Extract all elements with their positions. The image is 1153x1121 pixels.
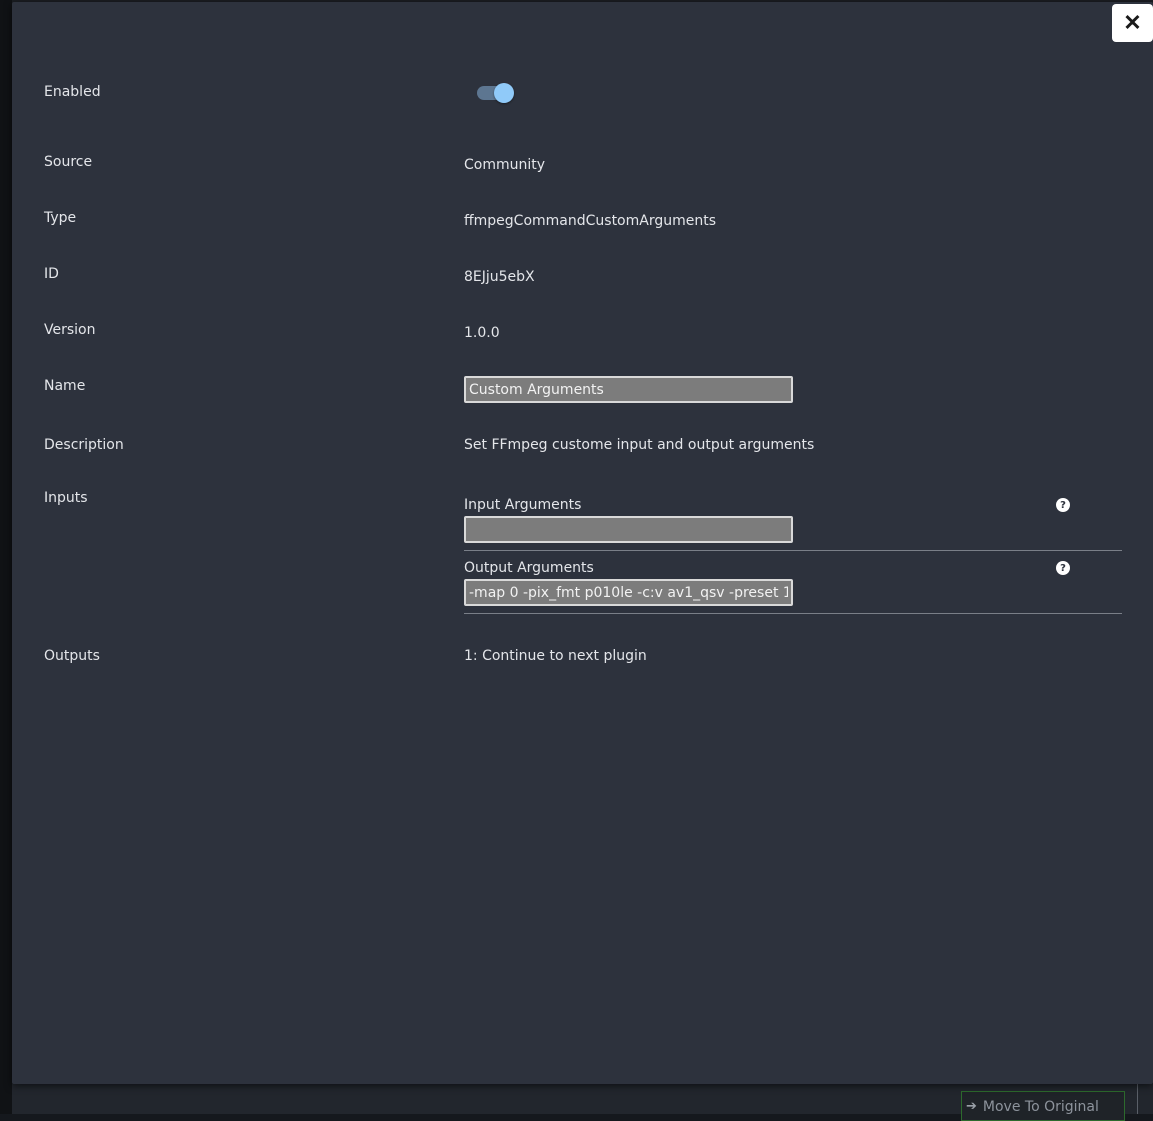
type-label: Type (44, 210, 77, 226)
name-label: Name (44, 378, 86, 394)
background-left-strip (0, 0, 12, 1114)
version-label: Version (44, 322, 96, 338)
enabled-label: Enabled (44, 84, 101, 100)
description-label: Description (44, 437, 124, 453)
outputs-value: 1: Continue to next plugin (464, 648, 647, 664)
description-value: Set FFmpeg custome input and output argu… (464, 437, 815, 453)
name-input[interactable] (464, 376, 793, 403)
version-value: 1.0.0 (464, 325, 500, 341)
output-arguments-label: Output Arguments (464, 560, 594, 576)
toggle-knob (494, 83, 514, 103)
id-label: ID (44, 266, 59, 282)
input-arguments-help-icon[interactable]: ? (1056, 498, 1070, 512)
output-arguments-divider (464, 613, 1122, 614)
move-to-original-label: Move To Original (982, 1099, 1099, 1115)
output-arguments-help-icon[interactable]: ? (1056, 561, 1070, 575)
outputs-label: Outputs (44, 648, 100, 664)
output-arguments-input[interactable] (464, 579, 793, 606)
arrow-right-icon: ➔ (966, 1099, 977, 1114)
source-label: Source (44, 154, 93, 170)
close-icon: ✕ (1123, 10, 1142, 35)
background-divider (1137, 1084, 1138, 1114)
type-value: ffmpegCommandCustomArguments (464, 213, 717, 229)
inputs-label: Inputs (44, 490, 88, 506)
plugin-details-modal: ✕ Enabled Source Community Type ffmpegCo… (12, 2, 1153, 1084)
enabled-toggle[interactable] (475, 83, 515, 103)
move-to-original-button[interactable]: ➔ Move To Original (961, 1091, 1125, 1121)
id-value: 8EJju5ebX (464, 269, 535, 285)
source-value: Community (464, 157, 546, 173)
input-arguments-input[interactable] (464, 516, 793, 543)
input-arguments-label: Input Arguments (464, 497, 582, 513)
input-arguments-divider (464, 550, 1122, 551)
close-button[interactable]: ✕ (1112, 4, 1153, 42)
